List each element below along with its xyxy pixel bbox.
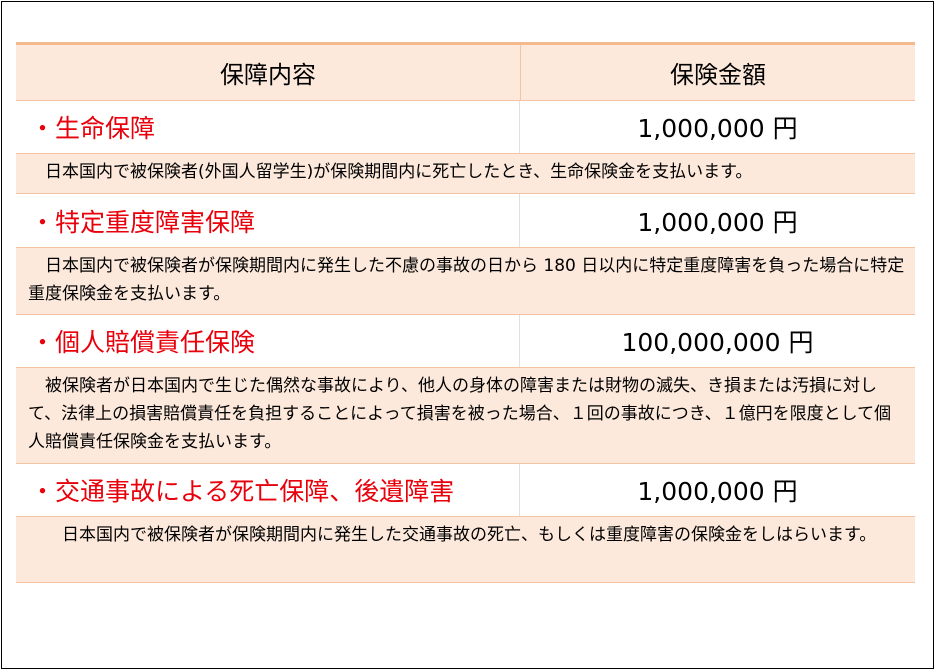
header-coverage: 保障内容 — [16, 45, 521, 100]
coverage-name: ・特定重度障害保障 — [16, 194, 520, 247]
coverage-name: ・交通事故による死亡保障、後遺障害 — [16, 464, 520, 516]
coverage-name: ・生命保障 — [16, 101, 520, 153]
header-amount: 保険金額 — [670, 61, 766, 89]
insurance-table: 保障内容 保険金額 ・生命保障 1,000,000 円 日本国内で被保険者(外国… — [16, 42, 915, 583]
coverage-amount: 1,000,000 円 — [637, 114, 798, 143]
coverage-amount: 1,000,000 円 — [637, 207, 798, 237]
coverage-amount: 1,000,000 円 — [637, 477, 798, 506]
coverage-description: 日本国内で被保険者が保険期間内に発生した交通事故の死亡、もしくは重度障害の保険金… — [16, 517, 915, 583]
coverage-description: 日本国内で被保険者が保険期間内に発生した不慮の事故の日から 180 日以内に特定… — [16, 248, 915, 315]
coverage-amount: 100,000,000 円 — [621, 328, 814, 357]
row-disability: ・特定重度障害保障 1,000,000 円 — [16, 194, 915, 248]
coverage-name: ・個人賠償責任保険 — [16, 315, 520, 367]
row-traffic: ・交通事故による死亡保障、後遺障害 1,000,000 円 — [16, 464, 915, 517]
coverage-description: 被保険者が日本国内で生じた偶然な事故により、他人の身体の障害または財物の滅失、き… — [16, 368, 915, 464]
table-header: 保障内容 保険金額 — [16, 45, 915, 101]
coverage-description: 日本国内で被保険者(外国人留学生)が保険期間内に死亡したとき、生命保険金を支払い… — [16, 154, 915, 194]
row-life: ・生命保障 1,000,000 円 — [16, 101, 915, 154]
row-liability: ・個人賠償責任保険 100,000,000 円 — [16, 315, 915, 368]
